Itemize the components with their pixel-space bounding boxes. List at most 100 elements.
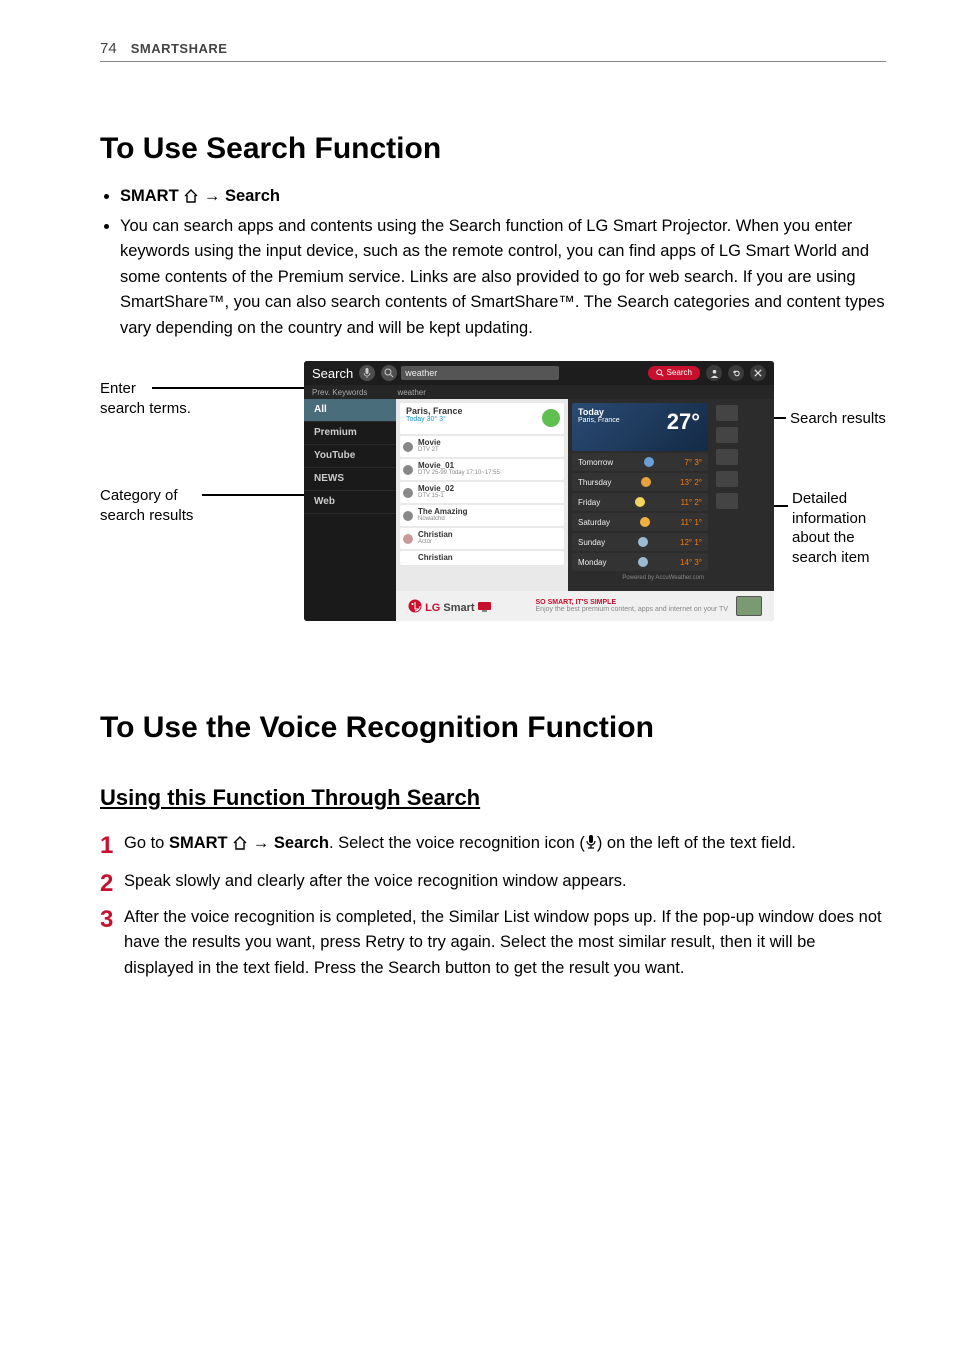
smart-label: SMART [120, 187, 179, 205]
sidebar-item-youtube[interactable]: YouTube [304, 445, 396, 468]
right-thumb-strip [712, 399, 742, 621]
search-label: Search [225, 187, 280, 205]
result-hero[interactable]: Paris, France Today 30° 3° [400, 403, 564, 434]
result-title: Movie_01 [418, 461, 560, 470]
thumb-item[interactable] [716, 405, 738, 421]
mic-icon [585, 833, 597, 859]
result-row[interactable]: Movie_02DTV 15-1 [400, 482, 564, 503]
callout-line [202, 494, 310, 495]
search-icon[interactable] [381, 365, 397, 381]
result-row[interactable]: Christian [400, 551, 564, 565]
arrow: → [204, 187, 221, 205]
forecast-row[interactable]: Thursday13° 2° [572, 473, 708, 491]
forecast-day: Friday [578, 498, 600, 507]
label-detail-l4: search item [792, 549, 870, 566]
result-thumb-icon [403, 442, 413, 452]
lg-logo: LG Smart [408, 599, 492, 614]
back-icon[interactable] [728, 365, 744, 381]
weather-icon [644, 457, 654, 467]
forecast-row[interactable]: Sunday 12° 1° [572, 533, 708, 551]
login-icon[interactable] [706, 365, 722, 381]
weather-today[interactable]: Today Paris, France 27° [572, 403, 708, 451]
label-detail-l1: Detailed [792, 490, 847, 507]
forecast-row[interactable]: Monday 14° 3° [572, 553, 708, 571]
section-title-search: To Use Search Function [100, 132, 886, 166]
app-topbar: Search weather Search [304, 361, 774, 385]
sidebar-item-premium[interactable]: Premium [304, 422, 396, 445]
weather-icon [641, 477, 651, 487]
forecast-row[interactable]: Tomorrow7° 3° [572, 453, 708, 471]
tagline-l2: Enjoy the best premium content, apps and… [536, 606, 728, 613]
step1-smart: SMART [169, 834, 228, 852]
step-2: Speak slowly and clearly after the voice… [100, 869, 886, 895]
forecast-day: Sunday [578, 538, 605, 547]
forecast-row[interactable]: Saturday11° 1° [572, 513, 708, 531]
bullet-smart-search: SMART → Search [120, 184, 886, 212]
search-button-label: Search [667, 366, 692, 380]
label-detail-l2: information [792, 510, 866, 527]
forecast-day: Tomorrow [578, 458, 613, 467]
logo-brand: LG [425, 602, 440, 614]
result-row[interactable]: MovieDTV 2T [400, 436, 564, 457]
result-hero-title: Paris, France [406, 406, 558, 416]
app-footer: LG Smart SO SMART, IT'S SIMPLE Enjoy the… [396, 591, 774, 621]
play-icon[interactable] [542, 409, 560, 427]
result-title: Christian [418, 553, 560, 562]
weather-temp: 27° [667, 409, 700, 435]
forecast-temp: 13° 2° [680, 478, 702, 487]
subheading-using-search: Using this Function Through Search [100, 785, 886, 811]
forecast-row[interactable]: Friday 11° 2° [572, 493, 708, 511]
sidebar-item-web[interactable]: Web [304, 491, 396, 514]
result-sub: Actor [418, 539, 560, 545]
label-enter-terms: Enter search terms. [100, 379, 191, 418]
result-title: Movie [418, 438, 560, 447]
result-row[interactable]: ChristianActor [400, 528, 564, 549]
close-icon[interactable] [750, 365, 766, 381]
footer-tagline: SO SMART, IT'S SIMPLE Enjoy the best pre… [536, 599, 728, 614]
weather-icon [638, 557, 648, 567]
result-row[interactable]: The AmazingNowatchd [400, 505, 564, 526]
detail-panel: Today Paris, France 27° Tomorrow7° 3° Th… [568, 399, 712, 621]
forecast-day: Saturday [578, 518, 610, 527]
forecast-temp: 11° 2° [681, 498, 702, 507]
result-sub: DTV 2T [418, 447, 560, 453]
sidebar-item-all[interactable]: All [304, 399, 396, 422]
forecast-day: Monday [578, 558, 606, 567]
thumb-item[interactable] [716, 449, 738, 465]
label-detail: Detailed information about the search it… [792, 489, 870, 567]
prev-keywords-value[interactable]: weather [397, 388, 425, 397]
step1-pre: Go to [124, 834, 169, 852]
forecast-temp: 12° 1° [680, 538, 702, 547]
logo-text: Smart [443, 602, 474, 614]
thumb-item[interactable] [716, 427, 738, 443]
app-title: Search [312, 366, 353, 381]
thumb-item[interactable] [716, 471, 738, 487]
running-section: SMARTSHARE [131, 41, 228, 56]
home-icon [183, 186, 199, 212]
thumb-item[interactable] [716, 493, 738, 509]
label-enter-terms-l2: search terms. [100, 400, 191, 417]
app-body: All Premium YouTube NEWS Web Paris, Fran… [304, 399, 774, 621]
label-detail-l3: about the [792, 529, 855, 546]
tv-icon [736, 596, 762, 616]
result-row[interactable]: Movie_01DTV 25-99 Today 17:10~17:55 [400, 459, 564, 480]
label-enter-terms-l1: Enter [100, 380, 136, 397]
step1-search: Search [274, 834, 329, 852]
search-figure: Enter search terms. Category of search r… [100, 361, 886, 651]
result-hero-sub: Today 30° 3° [406, 416, 558, 423]
mic-icon[interactable] [359, 365, 375, 381]
forecast-temp: 14° 3° [680, 558, 702, 567]
label-category-l2: search results [100, 507, 193, 524]
section1-bullets: SMART → Search You can search apps and c… [100, 184, 886, 341]
step-1: Go to SMART → Search. Select the voice r… [100, 831, 886, 859]
search-button[interactable]: Search [648, 366, 700, 380]
result-title: The Amazing [418, 507, 560, 516]
voice-steps: Go to SMART → Search. Select the voice r… [100, 831, 886, 981]
label-category-l1: Category of [100, 487, 178, 504]
label-category: Category of search results [100, 486, 193, 525]
result-thumb-icon [403, 534, 413, 544]
prev-keywords-bar: Prev. Keywords weather [304, 385, 774, 399]
sidebar-item-news[interactable]: NEWS [304, 468, 396, 491]
result-title: Movie_02 [418, 484, 560, 493]
search-input[interactable]: weather [401, 366, 559, 380]
